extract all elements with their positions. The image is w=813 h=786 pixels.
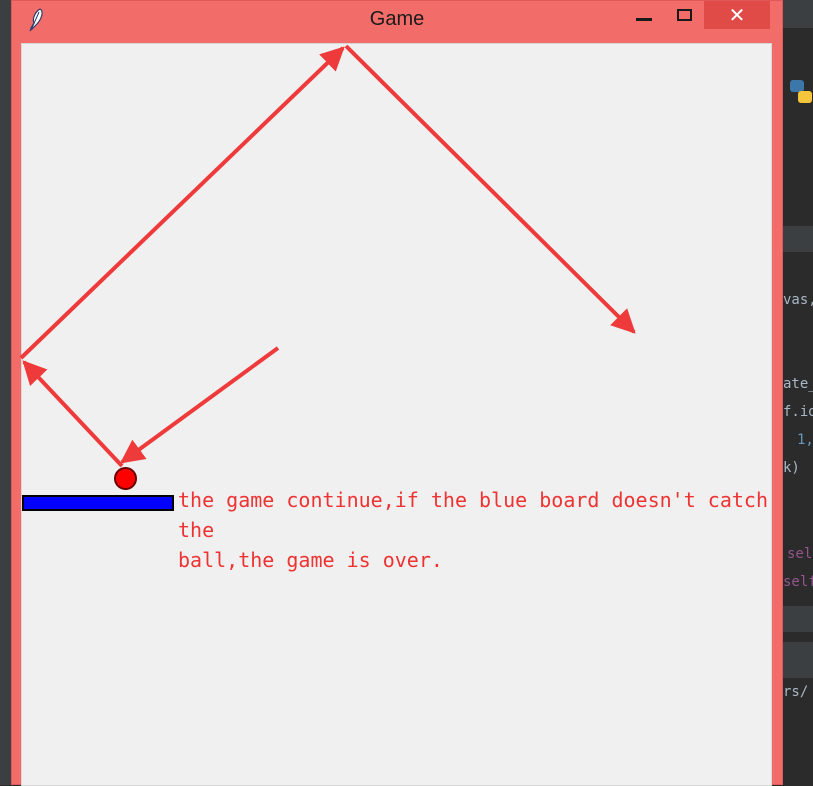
annotation-line-1: the game continue,if the blue board does… bbox=[178, 488, 769, 542]
ide-code-line: 1, bbox=[797, 432, 813, 448]
annotation-text: the game continue,if the blue board does… bbox=[178, 485, 778, 575]
ide-code-line: ate_ bbox=[783, 376, 813, 392]
game-window: Game ✕ the game continue,if the blue boa… bbox=[11, 0, 783, 786]
ide-code-line: rs/ bbox=[783, 684, 809, 700]
ide-code-line: self bbox=[783, 574, 813, 590]
title-bar[interactable]: Game ✕ bbox=[12, 1, 782, 41]
minimize-button[interactable] bbox=[628, 1, 660, 29]
ide-tab bbox=[783, 226, 813, 252]
maximize-icon bbox=[676, 9, 692, 21]
ide-tab bbox=[783, 606, 813, 632]
minimize-icon bbox=[636, 17, 652, 21]
ide-code-line: k) bbox=[783, 460, 800, 476]
window-title: Game bbox=[369, 8, 425, 30]
close-icon: ✕ bbox=[728, 3, 746, 27]
annotation-line-2: ball,the game is over. bbox=[178, 548, 443, 572]
ide-code-line: vas, bbox=[783, 292, 813, 308]
paddle-board bbox=[22, 495, 174, 511]
ball bbox=[114, 467, 137, 490]
ide-tab bbox=[783, 642, 813, 678]
ide-code-line: f.id bbox=[783, 404, 813, 420]
ide-code-line: sel bbox=[787, 546, 813, 562]
python-icon bbox=[790, 80, 812, 104]
close-button[interactable]: ✕ bbox=[704, 1, 770, 29]
maximize-button[interactable] bbox=[668, 1, 700, 29]
game-canvas[interactable]: the game continue,if the blue board does… bbox=[21, 43, 772, 786]
